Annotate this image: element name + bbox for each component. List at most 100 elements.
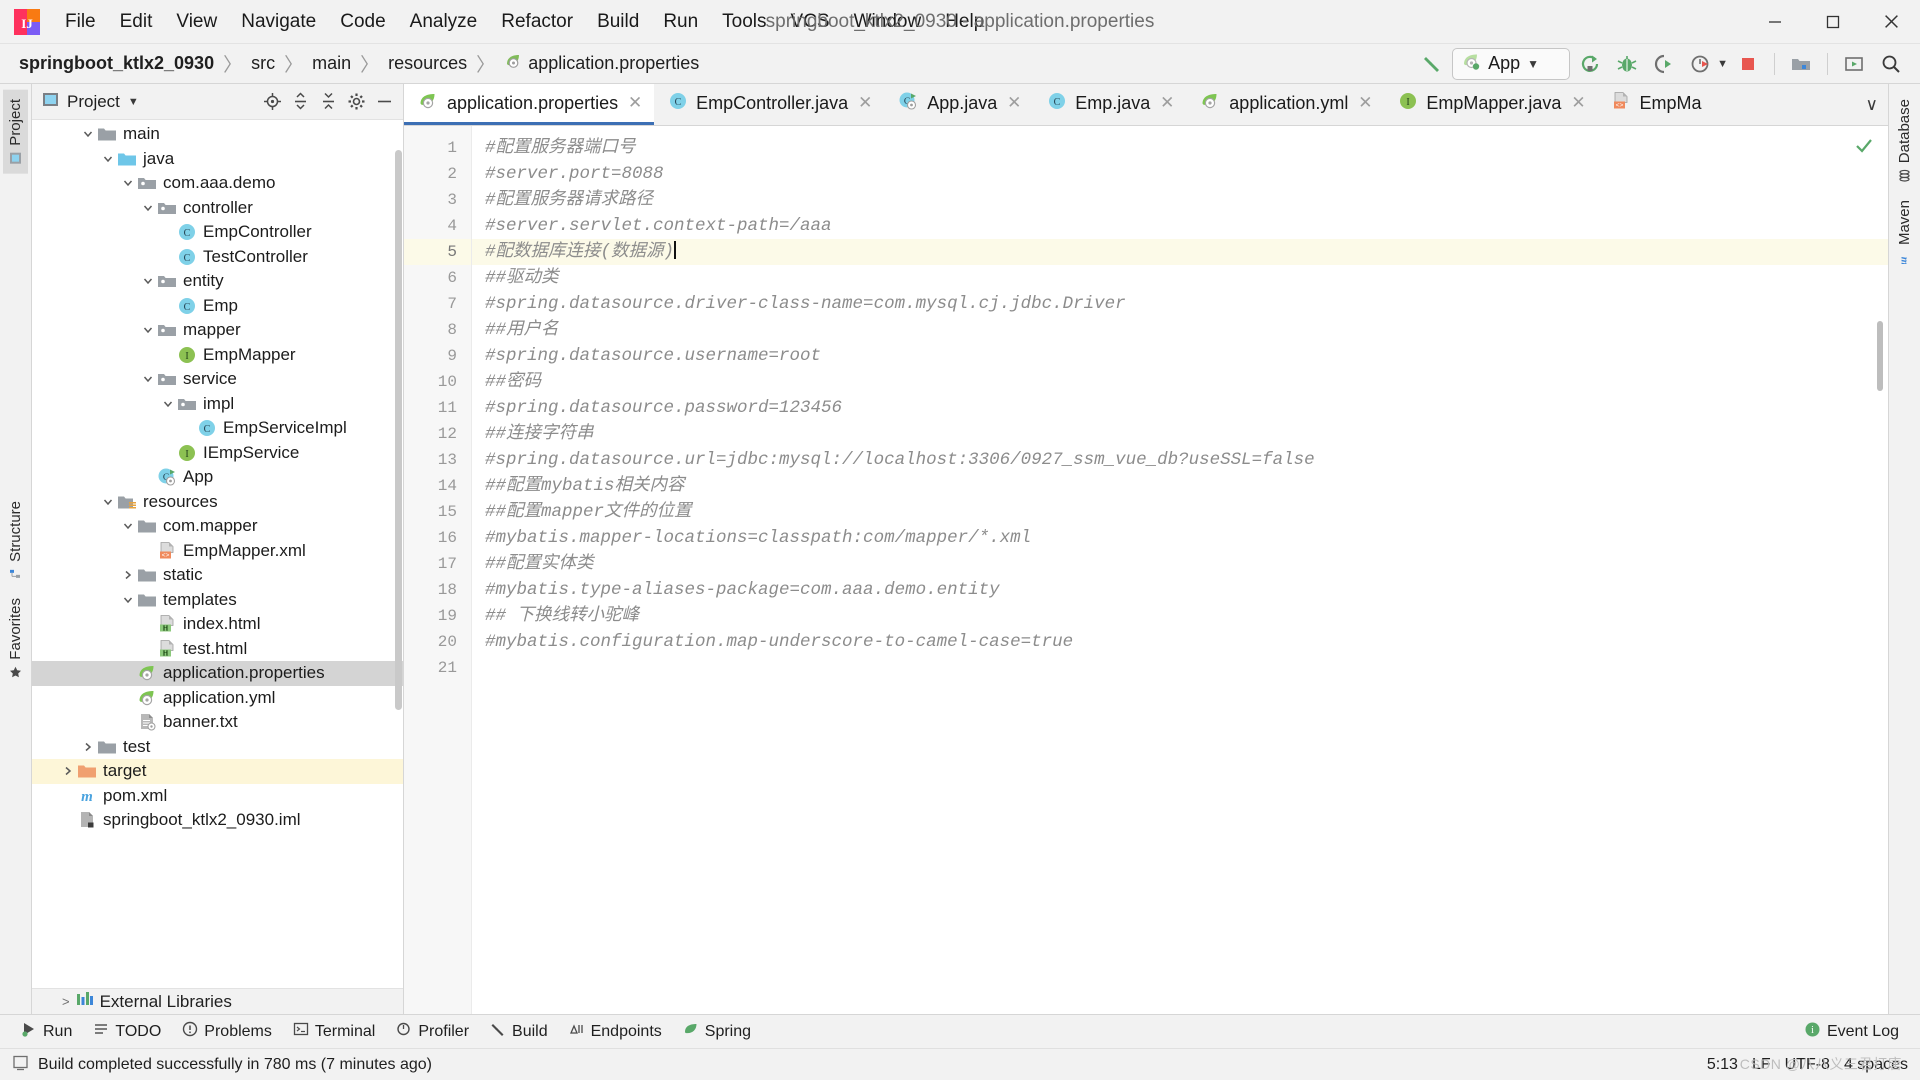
sidebar-item-structure[interactable]: Structure xyxy=(3,492,28,590)
code-line[interactable]: ##密码 xyxy=(472,369,1888,395)
project-tree[interactable]: main java com.aaa.demo controller C EmpContro… xyxy=(32,120,403,988)
chevron-down-icon[interactable] xyxy=(80,128,96,140)
editor-tab[interactable]: C App.java ✕ xyxy=(884,84,1033,125)
settings-gear-icon[interactable] xyxy=(343,89,369,115)
menu-refactor[interactable]: Refactor xyxy=(490,7,584,37)
breadcrumb-project[interactable]: springboot_ktlx2_0930 xyxy=(14,51,219,76)
tree-node[interactable]: application.properties xyxy=(32,661,403,686)
menu-window[interactable]: Window xyxy=(843,7,933,37)
breadcrumb-file[interactable]: application.properties xyxy=(499,50,704,77)
tree-node[interactable]: templates xyxy=(32,588,403,613)
tree-node[interactable]: test xyxy=(32,735,403,760)
menu-navigate[interactable]: Navigate xyxy=(230,7,327,37)
search-everywhere-icon[interactable] xyxy=(1874,48,1908,80)
chevron-down-icon[interactable] xyxy=(100,496,116,508)
run-configuration-selector[interactable]: App ▼ xyxy=(1452,47,1571,80)
bottom-tab-terminal[interactable]: Terminal xyxy=(284,1018,384,1045)
chevron-down-icon[interactable] xyxy=(140,324,156,336)
menu-analyze[interactable]: Analyze xyxy=(399,7,489,37)
code-line[interactable]: #spring.datasource.password=123456 xyxy=(472,395,1888,421)
editor-tab[interactable]: I EmpMapper.java ✕ xyxy=(1384,84,1597,125)
collapse-all-icon[interactable] xyxy=(315,89,341,115)
code-line[interactable]: ##驱动类 xyxy=(472,265,1888,291)
bottom-tab-endpoints[interactable]: Endpoints xyxy=(560,1018,671,1045)
caret-position[interactable]: 5:13 xyxy=(1707,1056,1738,1074)
bottom-tab-problems[interactable]: Problems xyxy=(173,1018,281,1045)
sidebar-item-database[interactable]: Database xyxy=(1892,90,1917,191)
code-line[interactable]: #配置服务器端口号 xyxy=(472,135,1888,161)
updates-icon[interactable] xyxy=(1837,48,1871,80)
code-line[interactable]: ##配置mapper文件的位置 xyxy=(472,499,1888,525)
tree-node[interactable]: banner.txt xyxy=(32,710,403,735)
breadcrumb-main[interactable]: main xyxy=(307,51,356,76)
bottom-tab-todo[interactable]: TODO xyxy=(84,1018,170,1045)
minimize-button[interactable] xyxy=(1746,0,1804,44)
tree-node[interactable]: I EmpMapper xyxy=(32,343,403,368)
tree-node[interactable]: com.mapper xyxy=(32,514,403,539)
editor-tab[interactable]: <> EmpMa xyxy=(1597,84,1711,125)
chevron-down-icon[interactable] xyxy=(160,398,176,410)
close-tab-icon[interactable]: ✕ xyxy=(1005,93,1023,113)
tree-node[interactable]: impl xyxy=(32,392,403,417)
tree-node[interactable]: java xyxy=(32,147,403,172)
chevron-right-icon[interactable] xyxy=(120,569,136,581)
sidebar-item-maven[interactable]: m Maven xyxy=(1892,191,1917,273)
bottom-tab-profiler[interactable]: Profiler xyxy=(387,1018,478,1045)
chevron-down-icon[interactable] xyxy=(100,153,116,165)
tree-node[interactable]: C EmpController xyxy=(32,220,403,245)
menu-edit[interactable]: Edit xyxy=(109,7,164,37)
chevron-down-icon[interactable]: ▼ xyxy=(128,96,139,108)
locate-file-icon[interactable] xyxy=(259,89,285,115)
editor-tab[interactable]: application.yml ✕ xyxy=(1186,84,1384,125)
project-tree-scrollbar[interactable] xyxy=(395,150,402,710)
menu-run[interactable]: Run xyxy=(652,7,709,37)
close-tab-icon[interactable]: ✕ xyxy=(1356,93,1374,113)
project-structure-icon[interactable] xyxy=(1784,48,1818,80)
sidebar-item-favorites[interactable]: Favorites xyxy=(3,589,28,688)
menu-tools[interactable]: Tools xyxy=(711,7,777,37)
chevron-down-icon[interactable] xyxy=(140,275,156,287)
menu-help[interactable]: Help xyxy=(934,7,995,37)
menu-file[interactable]: File xyxy=(54,7,107,37)
code-line[interactable] xyxy=(472,655,1888,681)
code-line[interactable]: ## 下换线转小驼峰 xyxy=(472,603,1888,629)
tree-node[interactable]: controller xyxy=(32,196,403,221)
chevron-down-icon[interactable] xyxy=(140,202,156,214)
event-log-button[interactable]: i Event Log xyxy=(1795,1018,1908,1046)
tree-node[interactable]: I IEmpService xyxy=(32,441,403,466)
menu-view[interactable]: View xyxy=(165,7,228,37)
tree-node[interactable]: C App xyxy=(32,465,403,490)
editor-gutter[interactable]: 1 2 3 4 5 6 7 8 9 10 11 12 13 14 15 16 17 18 19 20 21 xyxy=(404,126,472,1014)
chevron-right-icon[interactable] xyxy=(60,765,76,777)
editor-scrollbar-thumb[interactable] xyxy=(1877,321,1883,391)
chevron-down-icon[interactable] xyxy=(120,520,136,532)
bottom-tab-spring[interactable]: Spring xyxy=(674,1018,760,1045)
tree-node[interactable]: resources xyxy=(32,490,403,515)
chevron-down-icon[interactable] xyxy=(120,177,136,189)
menu-code[interactable]: Code xyxy=(329,7,396,37)
tree-node[interactable]: target xyxy=(32,759,403,784)
editor-tab[interactable]: application.properties ✕ xyxy=(404,84,655,125)
build-hammer-icon[interactable] xyxy=(1415,48,1449,80)
tree-node[interactable]: C EmpServiceImpl xyxy=(32,416,403,441)
code-line[interactable]: #mybatis.configuration.map-underscore-to… xyxy=(472,629,1888,655)
tree-node[interactable]: com.aaa.demo xyxy=(32,171,403,196)
profiler-icon[interactable] xyxy=(1684,48,1718,80)
stop-icon[interactable] xyxy=(1731,48,1765,80)
hide-panel-icon[interactable] xyxy=(371,89,397,115)
breadcrumb-src[interactable]: src xyxy=(246,51,280,76)
code-line[interactable]: #spring.datasource.username=root xyxy=(472,343,1888,369)
tree-node[interactable]: Htest.html xyxy=(32,637,403,662)
run-icon[interactable] xyxy=(1573,48,1607,80)
tree-node[interactable]: m pom.xml xyxy=(32,784,403,809)
sidebar-item-project[interactable]: Project xyxy=(3,90,28,174)
code-line[interactable]: ##用户名 xyxy=(472,317,1888,343)
close-tab-icon[interactable]: ✕ xyxy=(626,93,644,113)
inspection-ok-icon[interactable] xyxy=(1854,136,1874,161)
code-line[interactable]: #server.servlet.context-path=/aaa xyxy=(472,213,1888,239)
bottom-tab-build[interactable]: Build xyxy=(481,1018,557,1045)
tree-external-libraries[interactable]: > External Libraries xyxy=(32,988,403,1014)
tree-node[interactable]: <> EmpMapper.xml xyxy=(32,539,403,564)
close-button[interactable] xyxy=(1862,0,1920,44)
editor-tabs-more-button[interactable]: ∨ xyxy=(1856,84,1888,125)
